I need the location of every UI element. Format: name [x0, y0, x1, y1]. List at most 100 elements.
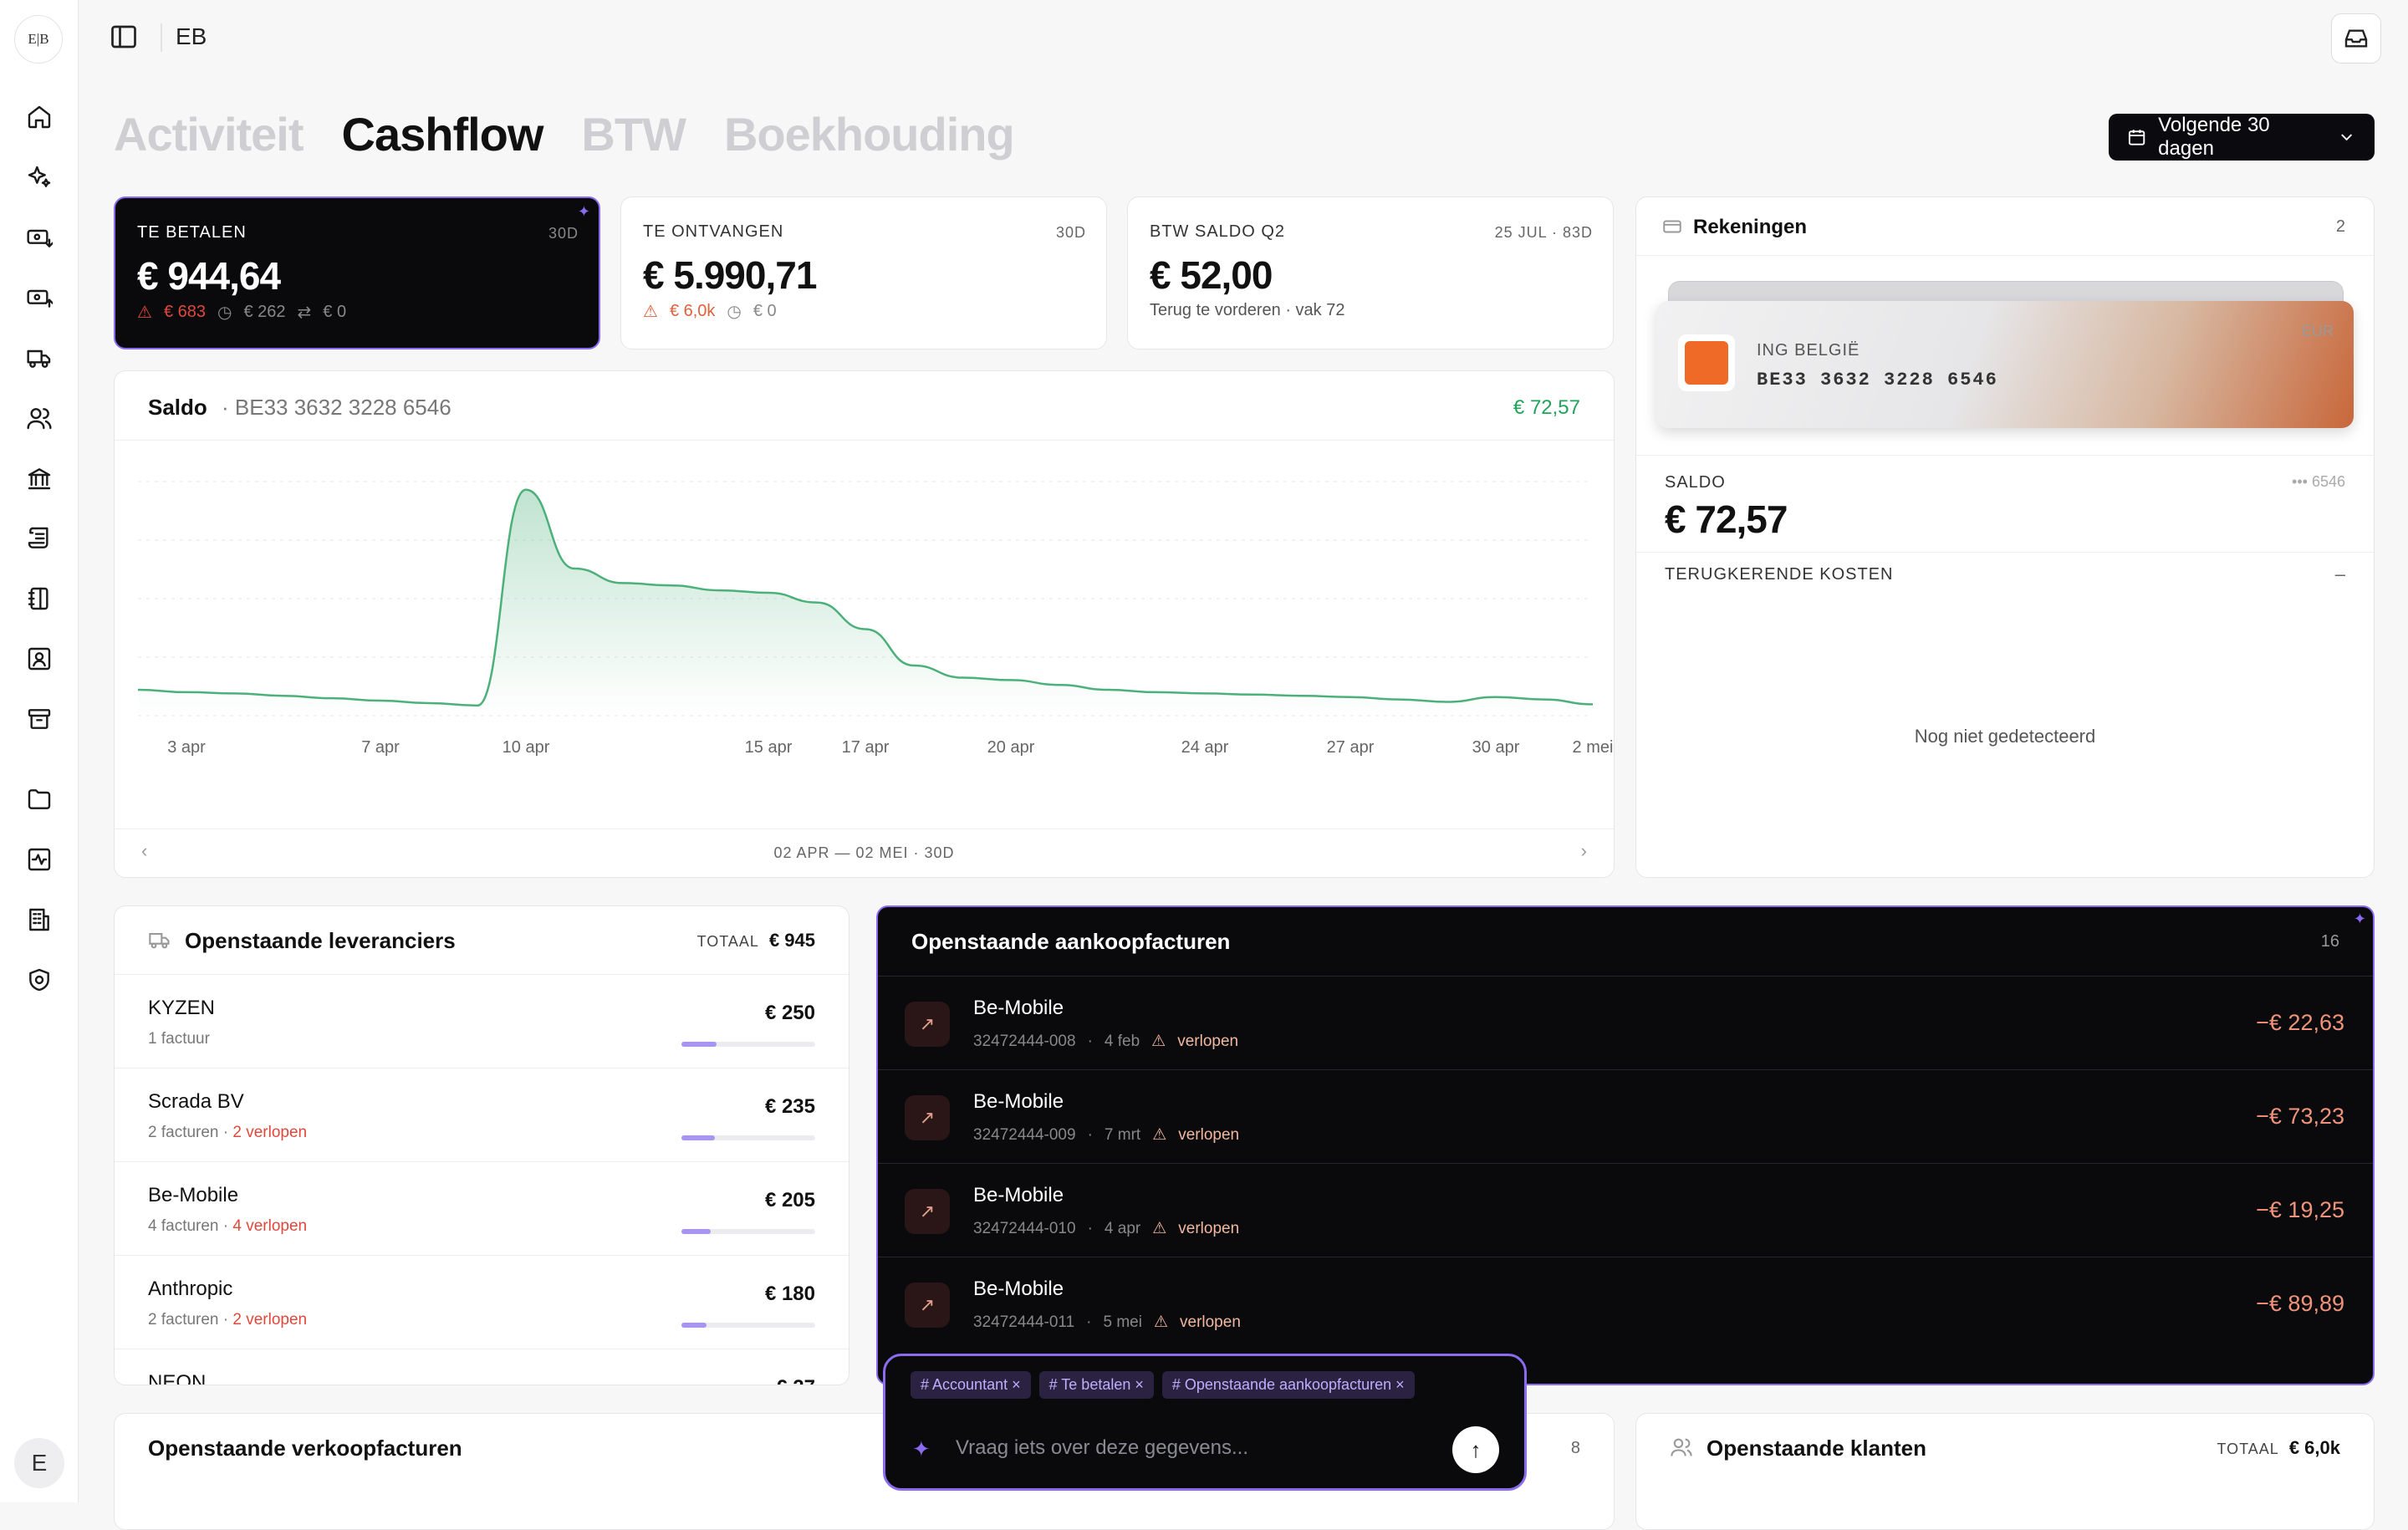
app-logo[interactable]: E|B	[14, 15, 63, 64]
accounts-card: Rekeningen 2 ING BELGIË BE33 3632 3228 6…	[1635, 196, 2375, 878]
bank-icon[interactable]	[24, 463, 54, 493]
purchase-invoices-card: Openstaande aankoopfacturen 16 ✦ ↗ Be-Mo…	[876, 905, 2375, 1385]
sidebar-toggle-icon[interactable]	[109, 22, 139, 52]
chip-label: Openstaande aankoopfacturen	[1184, 1376, 1392, 1393]
kpi-te-ontvangen[interactable]: TE ONTVANGEN 30D € 5.990,71 ⚠ € 6,0k ◷ € 0	[620, 196, 1107, 349]
supplier-amount: € 235	[764, 1095, 815, 1118]
invoice-row[interactable]: ↗ Be-Mobile 32472444-011 · 5 mei ⚠ verlopen …	[878, 1257, 2373, 1350]
total-value: € 945	[768, 930, 815, 951]
invoice-row[interactable]: ↗ Be-Mobile 32472444-008 · 4 feb ⚠ verlopen …	[878, 976, 2373, 1069]
shield-icon[interactable]	[24, 965, 54, 995]
warning-icon: ⚠	[1153, 1313, 1168, 1331]
arrow-up-right-icon: ↗	[905, 1095, 950, 1140]
clock-icon: ◷	[727, 303, 742, 321]
suppliers-card: Openstaande leveranciers TOTAAL € 945 KYZ…	[114, 905, 849, 1385]
sales-invoices-title: Openstaande verkoopfacturen	[148, 1436, 462, 1461]
folder-icon[interactable]	[24, 784, 54, 814]
activity-icon[interactable]	[24, 844, 54, 875]
arrow-up-right-icon: ↗	[905, 1283, 950, 1328]
chart-x-tick: 30 apr	[1472, 738, 1520, 757]
context-chip[interactable]: # Openstaande aankoopfacturen ×	[1161, 1371, 1415, 1399]
collapse-toggle[interactable]: –	[2335, 564, 2345, 585]
invoice-amount: −€ 22,63	[2256, 1010, 2344, 1035]
kpi-value: € 944,64	[137, 254, 281, 298]
recurring-amount: € 0	[323, 303, 347, 321]
context-chip[interactable]: # Te betalen ×	[1038, 1371, 1154, 1399]
ing-lion-icon	[1678, 334, 1735, 391]
tab-boekhouding[interactable]: Boekhouding	[724, 107, 1015, 161]
chart-area	[138, 489, 1593, 714]
receive-money-icon[interactable]	[24, 222, 54, 252]
supplier-row[interactable]: KYZEN 1 factuur € 250	[115, 975, 849, 1068]
supplier-name: Anthropic	[148, 1278, 233, 1300]
invoice-row[interactable]: ↗ Be-Mobile 32472444-009 · 7 mrt ⚠ verlopen …	[878, 1069, 2373, 1163]
saldo-chart-card: Saldo · BE33 3632 3228 6546 € 72,57 3 ap…	[114, 370, 1615, 878]
bank-iban: BE33 3632 3228 6546	[1757, 370, 1998, 390]
kpi-label: TE BETALEN	[137, 223, 247, 242]
supplier-row[interactable]: Anthropic 2 facturen · 2 verlopen € 180	[115, 1256, 849, 1349]
supplier-name: NEON	[148, 1371, 207, 1385]
card-icon	[1663, 220, 1681, 233]
supplier-row[interactable]: Scrada BV 2 facturen · 2 verlopen € 235	[115, 1068, 849, 1162]
total-value: € 6,0k	[2288, 1437, 2340, 1458]
chart-account: · BE33 3632 3228 6546	[222, 395, 452, 420]
invoice-status: verlopen	[1178, 1219, 1240, 1237]
user-avatar[interactable]: E	[14, 1438, 64, 1488]
invoices-count: 16	[2320, 932, 2339, 951]
context-chip[interactable]: # Accountant ×	[911, 1371, 1031, 1399]
supplier-row[interactable]: Be-Mobile 4 facturen · 4 verlopen € 205	[115, 1162, 849, 1256]
kpi-value: € 5.990,71	[643, 253, 817, 297]
accounts-header: Rekeningen 2	[1636, 197, 2374, 256]
send-money-icon[interactable]	[24, 283, 54, 313]
supplier-meta: 1 factuur	[148, 1030, 210, 1048]
sparkle-icon: ✦	[577, 203, 590, 220]
tab-btw[interactable]: BTW	[581, 107, 686, 161]
kpi-btw-saldo[interactable]: BTW SALDO Q2 25 JUL · 83D € 52,00 Terug …	[1127, 196, 1614, 349]
chart-x-tick: 27 apr	[1327, 738, 1375, 757]
sparkles-icon[interactable]	[24, 162, 54, 192]
chart-x-tick: 10 apr	[503, 738, 550, 757]
page-tabs: Activiteit Cashflow BTW Boekhouding	[114, 107, 1015, 161]
supplier-progress-bar	[681, 1229, 815, 1234]
supplier-amount: € 27	[776, 1376, 815, 1385]
tab-activiteit[interactable]: Activiteit	[114, 107, 304, 161]
chip-label: Accountant	[932, 1376, 1008, 1393]
tab-cashflow[interactable]: Cashflow	[342, 107, 544, 161]
kpi-label: BTW SALDO Q2	[1150, 222, 1286, 241]
notebook-icon[interactable]	[24, 584, 54, 614]
kpi-te-betalen[interactable]: TE BETALEN 30D ✦ € 944,64 ⚠ € 683 ◷ € 262 …	[114, 196, 600, 349]
archive-icon[interactable]	[24, 704, 54, 734]
invoice-count: 2 facturen	[148, 1124, 219, 1141]
kpi-breakdown: ⚠ € 683 ◷ € 262 ⇄ € 0	[137, 302, 346, 323]
divider	[1636, 455, 2374, 456]
chevron-right-icon[interactable]: ›	[1581, 840, 1587, 862]
truck-icon[interactable]	[24, 343, 54, 373]
contact-card-icon[interactable]	[24, 644, 54, 674]
warning-icon: ⚠	[1152, 1126, 1167, 1144]
chevron-left-icon[interactable]: ‹	[141, 840, 147, 862]
ai-question-input[interactable]: Vraag iets over deze gegevens...	[956, 1436, 1248, 1460]
users-icon	[1671, 1438, 1692, 1456]
date-range-button[interactable]: Volgende 30 dagen	[2109, 114, 2375, 161]
inbox-button[interactable]	[2331, 13, 2381, 64]
overdue-amount: € 683	[163, 303, 206, 321]
chart-x-tick: 20 apr	[987, 738, 1035, 757]
send-button[interactable]: ↑	[1452, 1426, 1499, 1473]
supplier-row[interactable]: NEON € 27	[115, 1349, 849, 1385]
invoice-date: 7 mrt	[1104, 1125, 1141, 1144]
invoice-status: verlopen	[1180, 1313, 1241, 1331]
chart-x-tick: 3 apr	[167, 738, 206, 757]
building-icon[interactable]	[24, 905, 54, 935]
overdue-count: 2 verlopen	[232, 1311, 308, 1329]
home-icon[interactable]	[24, 102, 54, 132]
warning-icon: ⚠	[643, 303, 658, 321]
invoice-status: verlopen	[1177, 1032, 1239, 1050]
scroll-icon[interactable]	[24, 523, 54, 553]
invoice-row[interactable]: ↗ Be-Mobile 32472444-010 · 4 apr ⚠ verlopen …	[878, 1163, 2373, 1257]
invoice-date: 4 feb	[1104, 1032, 1140, 1050]
users-icon[interactable]	[24, 403, 54, 433]
chart-current-balance: € 72,57	[1513, 396, 1580, 419]
bank-account-card[interactable]: ING BELGIË BE33 3632 3228 6546 EUR	[1656, 301, 2354, 428]
recurring-icon: ⇄	[297, 303, 312, 322]
breadcrumb[interactable]: EB	[176, 23, 207, 50]
